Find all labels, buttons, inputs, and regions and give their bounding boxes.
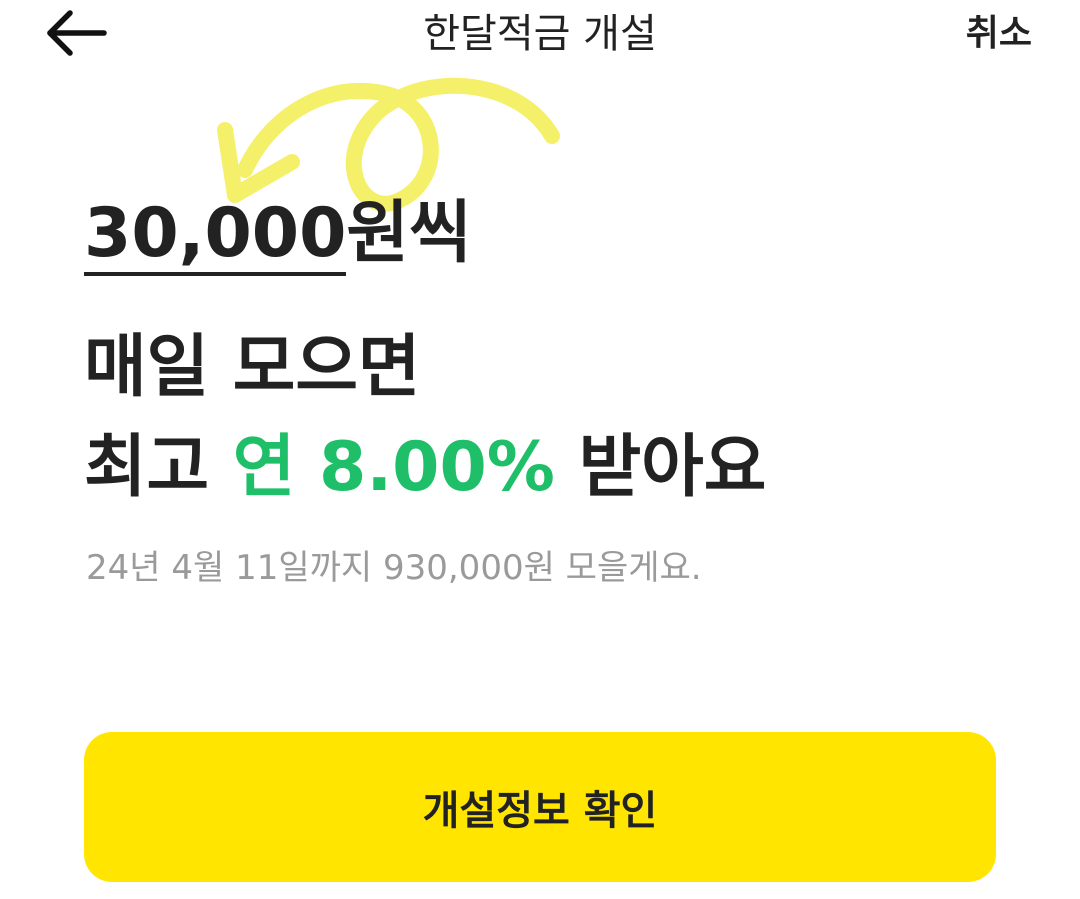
top-app-bar: 한달적금 개설 취소: [0, 0, 1080, 72]
confirm-button-label: 개설정보 확인: [422, 788, 658, 834]
rate-prefix: 최고: [84, 428, 233, 507]
headline-daily: 매일 모으면: [84, 328, 421, 407]
savings-summary: 24년 4월 11일까지 930,000원 모을게요.: [86, 548, 702, 588]
page-title: 한달적금 개설: [423, 11, 657, 57]
amount-input[interactable]: 30,000: [84, 196, 347, 276]
cancel-button[interactable]: 취소: [966, 6, 1032, 62]
daily-amount-line: 30,000원씩: [84, 192, 472, 276]
interest-rate: 연 8.00%: [232, 428, 555, 507]
confirm-button[interactable]: 개설정보 확인: [84, 732, 996, 882]
amount-suffix: 원씩: [346, 194, 472, 273]
rate-suffix: 받아요: [554, 428, 767, 507]
headline-rate: 최고 연 8.00% 받아요: [84, 426, 766, 510]
